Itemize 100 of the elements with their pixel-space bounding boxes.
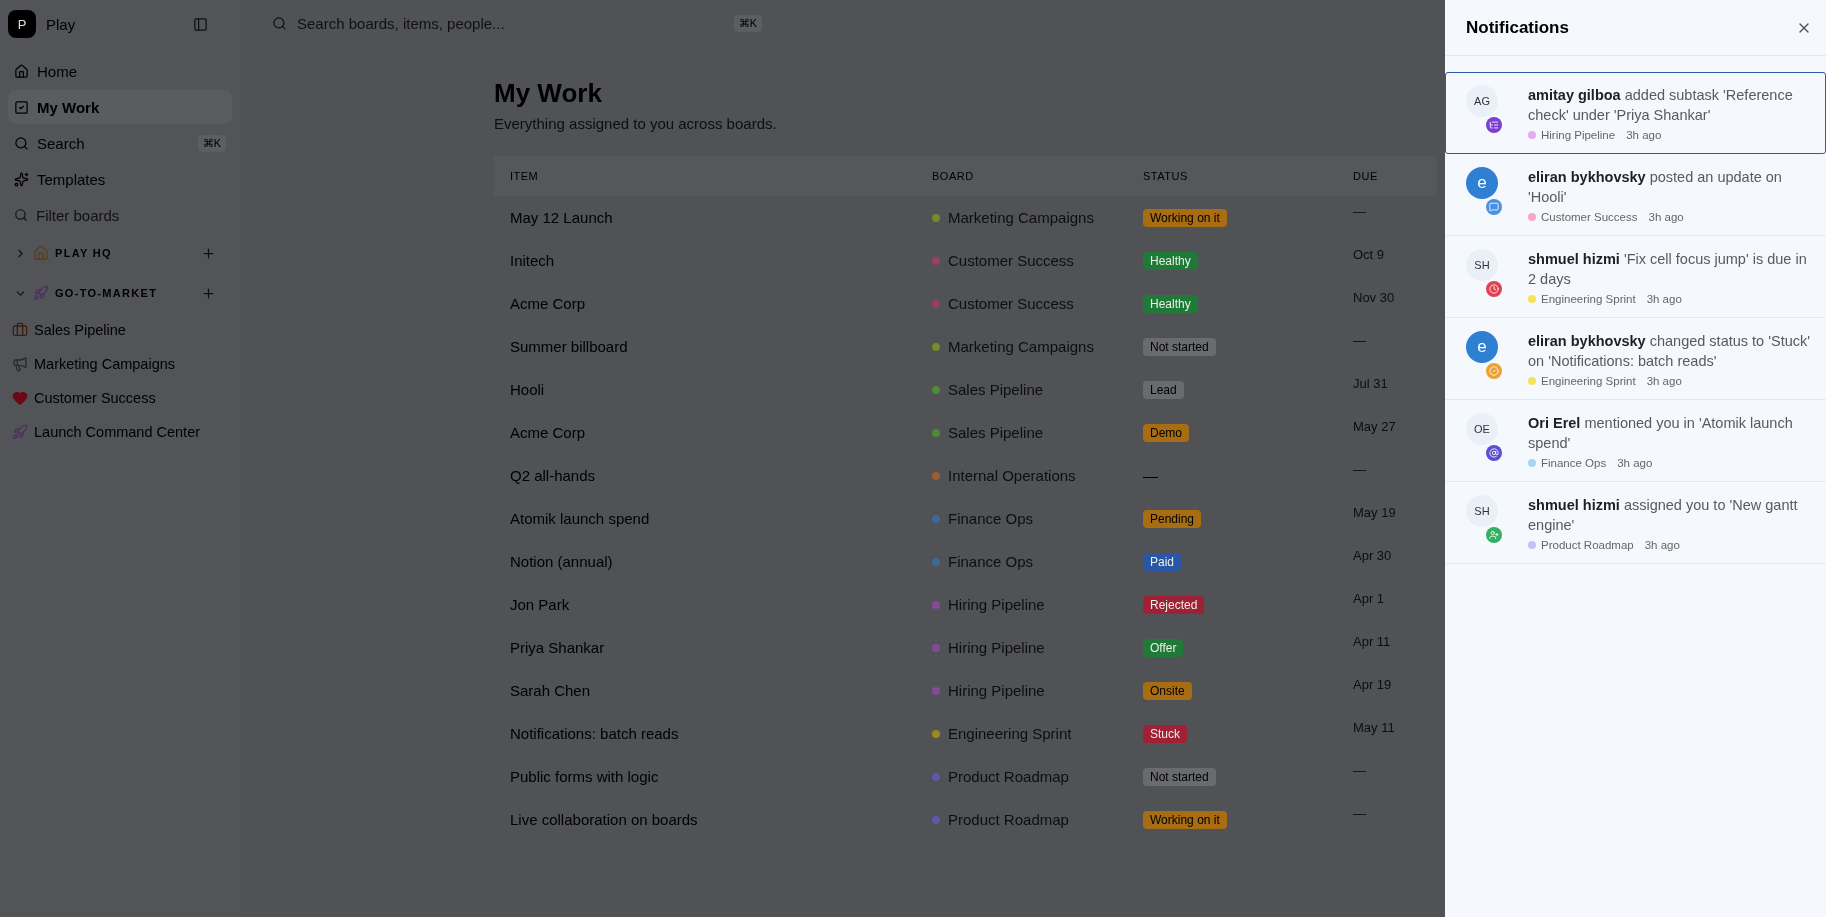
timestamp: 3h ago <box>1617 457 1653 469</box>
status-tag: Paid <box>1143 552 1182 571</box>
user-avatar: SH <box>1466 249 1498 281</box>
nav-item[interactable]: Home <box>8 54 232 88</box>
workspace-header[interactable]: PLAY HQ <box>8 234 232 272</box>
board-name: Customer Success <box>948 252 1074 269</box>
user-avatar: SH <box>1466 495 1498 527</box>
notification-item[interactable]: e eliran bykhovsky changed status to 'Stuck' on 'Notifications: batch reads' Engineering Sprint 3h ago <box>1445 318 1826 400</box>
house-icon <box>33 245 49 261</box>
search-icon <box>272 15 287 31</box>
user-avatar: OE <box>1466 413 1498 445</box>
rocket-icon <box>33 285 49 301</box>
notification-item[interactable]: SH shmuel hizmi assigned you to 'New gantt engine' Product Roadmap 3h ago <box>1445 482 1826 564</box>
status-tag: Offer <box>1143 638 1184 657</box>
board-name: Hiring Pipeline <box>948 596 1045 613</box>
board-name: Product Roadmap <box>948 768 1069 785</box>
nav-icon <box>14 135 29 151</box>
item-cell-text: Priya Shankar <box>509 638 606 658</box>
column-header: ITEM <box>494 156 916 196</box>
due-cell-text: — <box>1352 461 1367 479</box>
workspace-header[interactable]: GO-TO-MARKET <box>8 274 232 312</box>
item-cell-text: Acme Corp <box>509 294 587 314</box>
board-item[interactable]: Marketing Campaigns <box>8 348 232 380</box>
board-name: Hiring Pipeline <box>948 682 1045 699</box>
board-item[interactable]: Launch Command Center <box>8 416 232 448</box>
status-tag: Not started <box>1143 767 1216 786</box>
nav-item[interactable]: Templates <box>8 162 232 196</box>
item-cell-text: Notion (annual) <box>509 552 614 572</box>
board-name: Product Roadmap <box>1541 539 1634 551</box>
shortcut-hint: ⌘K <box>733 14 762 32</box>
nav-item[interactable]: Search ⌘K <box>8 126 232 160</box>
board-item[interactable]: Customer Success <box>8 382 232 414</box>
board-name: Product Roadmap <box>948 811 1069 828</box>
status-tag: Healthy <box>1143 294 1198 313</box>
due-cell-text: May 27 <box>1352 418 1397 436</box>
subtask-badge-icon <box>1486 117 1502 133</box>
item-cell-text: Live collaboration on boards <box>509 810 699 830</box>
due-cell-text: Apr 30 <box>1352 547 1393 565</box>
page-subtitle: Everything assigned to you across boards. <box>494 115 777 132</box>
status-tag: Lead <box>1143 380 1184 399</box>
board-name: Marketing Campaigns <box>948 338 1094 355</box>
board-name: Customer Success <box>948 295 1074 312</box>
item-cell-text: Jon Park <box>509 595 571 615</box>
item-cell-text: Notifications: batch reads <box>509 724 680 744</box>
notification-text: eliran bykhovsky posted an update on 'Hooli' <box>1528 168 1783 207</box>
comment-badge-icon <box>1486 199 1502 215</box>
nav-item[interactable]: My Work <box>8 90 232 124</box>
sidebar-toggle-icon[interactable] <box>193 16 208 32</box>
item-cell-text: Sarah Chen <box>509 681 592 701</box>
notification-text: Ori Erel mentioned you in 'Atomik launch spend' <box>1528 414 1794 453</box>
status-tag: Working on it <box>1143 208 1227 227</box>
add-icon[interactable] <box>201 285 216 301</box>
notification-item[interactable]: AG amitay gilboa added subtask 'Reference check' under 'Priya Shankar' Hiring Pipeline 3h ago <box>1445 72 1826 154</box>
due-cell-text: Jul 31 <box>1352 375 1389 393</box>
status-tag: Onsite <box>1143 681 1192 700</box>
app-logo: P <box>8 10 36 38</box>
panel-title: Notifications <box>1466 17 1569 38</box>
status-empty: — <box>1143 467 1158 484</box>
notification-text: eliran bykhovsky changed status to 'Stuck' on 'Notifications: batch reads' <box>1528 332 1811 371</box>
notification-text: shmuel hizmi 'Fix cell focus jump' is due in 2 days <box>1528 250 1808 289</box>
notification-item[interactable]: SH shmuel hizmi 'Fix cell focus jump' is due in 2 days Engineering Sprint 3h ago <box>1445 236 1826 318</box>
notification-item[interactable]: OE Ori Erel mentioned you in 'Atomik launch spend' Finance Ops 3h ago <box>1445 400 1826 482</box>
status-tag: Stuck <box>1143 724 1187 743</box>
status-tag: Working on it <box>1143 810 1227 829</box>
board-name: Sales Pipeline <box>948 381 1044 398</box>
nav-icon <box>14 99 29 115</box>
status-tag: Healthy <box>1143 251 1198 270</box>
assign-badge-icon <box>1486 527 1502 543</box>
megaphone-icon <box>12 356 28 372</box>
nav-icon <box>14 171 29 187</box>
item-cell-text: Public forms with logic <box>509 767 660 787</box>
due-cell-text: May 19 <box>1352 504 1397 522</box>
user-avatar: AG <box>1466 85 1498 117</box>
notification-item[interactable]: e eliran bykhovsky posted an update on 'Hooli' Customer Success 3h ago <box>1445 154 1826 236</box>
item-cell-text: Summer billboard <box>509 337 629 357</box>
due-cell-text: May 11 <box>1352 719 1396 737</box>
timestamp: 3h ago <box>1648 211 1684 223</box>
item-cell-text: May 12 Launch <box>509 208 614 228</box>
board-name: Customer Success <box>1541 211 1638 223</box>
add-icon[interactable] <box>201 245 216 261</box>
column-header: BOARD <box>916 156 1127 196</box>
search-field[interactable]: Search boards, items, people... <box>295 13 726 33</box>
rocket-icon <box>12 424 28 440</box>
app-name: Play <box>46 15 77 33</box>
board-name: Engineering Sprint <box>1541 375 1636 387</box>
item-cell-text: Hooli <box>509 380 546 400</box>
board-name: Sales Pipeline <box>948 424 1044 441</box>
board-name: Finance Ops <box>948 510 1034 527</box>
due-cell-text: Oct 9 <box>1352 246 1386 264</box>
due-cell-text: Apr 19 <box>1352 676 1393 694</box>
due-cell-text: Nov 30 <box>1352 289 1396 307</box>
board-item[interactable]: Sales Pipeline <box>8 314 232 346</box>
filter-field[interactable]: Filter boards <box>34 205 214 225</box>
item-cell-text: Q2 all-hands <box>509 466 597 486</box>
nav-icon <box>14 63 29 79</box>
item-cell-text: Acme Corp <box>509 423 587 443</box>
due-cell-text: — <box>1352 332 1367 350</box>
item-cell-text: Initech <box>509 251 556 271</box>
search-icon <box>14 208 28 222</box>
timestamp: 3h ago <box>1646 375 1682 387</box>
